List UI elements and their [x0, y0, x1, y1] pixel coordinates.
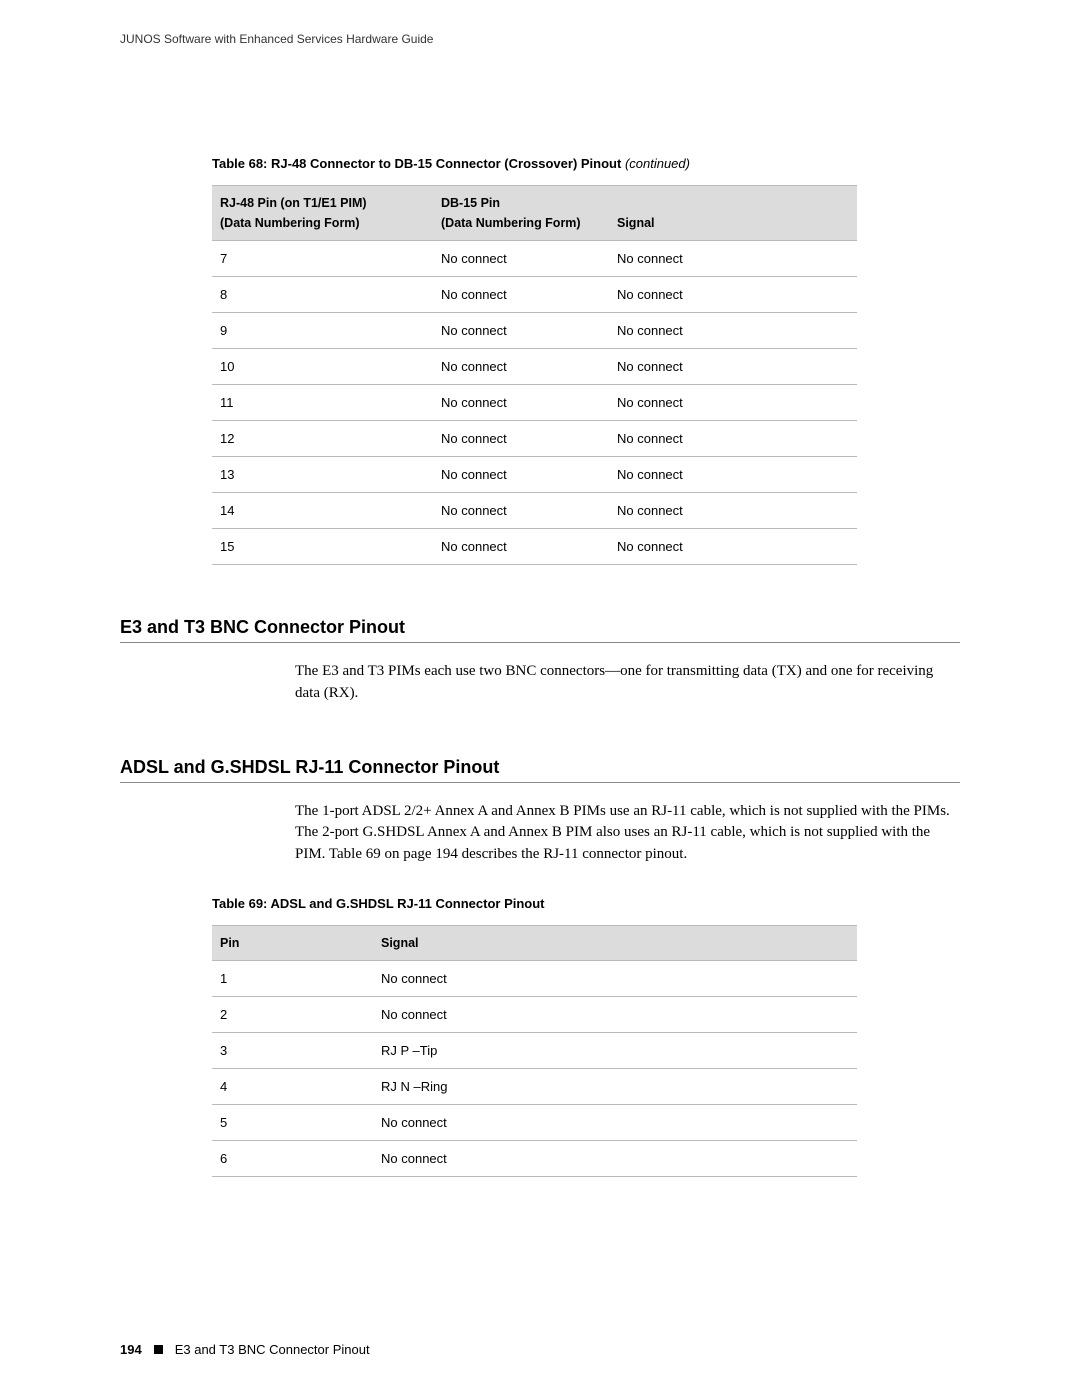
table68-header-col1a: RJ-48 Pin (on T1/E1 PIM) [220, 196, 425, 210]
cell: No connect [433, 277, 609, 313]
table-row: 4RJ N –Ring [212, 1068, 857, 1104]
table-row: 6No connect [212, 1140, 857, 1176]
table-row: 14No connectNo connect [212, 493, 857, 529]
section-heading-adsl: ADSL and G.SHDSL RJ-11 Connector Pinout [120, 757, 960, 783]
cell: RJ P –Tip [373, 1032, 857, 1068]
cell: No connect [433, 349, 609, 385]
cell: No connect [609, 277, 857, 313]
table-row: 10No connectNo connect [212, 349, 857, 385]
table-row: 5No connect [212, 1104, 857, 1140]
cell: 2 [212, 996, 373, 1032]
table69-header-row: Pin Signal [212, 925, 857, 960]
cell: 3 [212, 1032, 373, 1068]
cell: 11 [212, 385, 433, 421]
cell: 7 [212, 241, 433, 277]
table-row: 9No connectNo connect [212, 313, 857, 349]
page-footer: 194 E3 and T3 BNC Connector Pinout [120, 1342, 370, 1357]
table68-caption-main: Table 68: RJ-48 Connector to DB-15 Conne… [212, 156, 625, 171]
cell: No connect [373, 960, 857, 996]
cell: 15 [212, 529, 433, 565]
cell: No connect [433, 385, 609, 421]
page-header: JUNOS Software with Enhanced Services Ha… [120, 32, 960, 46]
table-row: 11No connectNo connect [212, 385, 857, 421]
cell: No connect [609, 349, 857, 385]
table68-header-col2b: (Data Numbering Form) [441, 216, 601, 230]
cell: No connect [433, 493, 609, 529]
table68-caption-continued: (continued) [625, 156, 690, 171]
cell: No connect [609, 457, 857, 493]
cell: 9 [212, 313, 433, 349]
cell: No connect [373, 1104, 857, 1140]
table-row: 1No connect [212, 960, 857, 996]
cell: No connect [373, 1140, 857, 1176]
table-68: RJ-48 Pin (on T1/E1 PIM) (Data Numbering… [212, 185, 857, 565]
cell: 5 [212, 1104, 373, 1140]
cell: No connect [609, 313, 857, 349]
cell: 6 [212, 1140, 373, 1176]
table68-header-col1b: (Data Numbering Form) [220, 216, 425, 230]
cell: No connect [433, 241, 609, 277]
page-number: 194 [120, 1342, 142, 1357]
cell: No connect [609, 529, 857, 565]
table68-caption: Table 68: RJ-48 Connector to DB-15 Conne… [212, 156, 960, 171]
table68-header-row: RJ-48 Pin (on T1/E1 PIM) (Data Numbering… [212, 186, 857, 241]
cell: No connect [433, 457, 609, 493]
footer-section-title: E3 and T3 BNC Connector Pinout [175, 1342, 370, 1357]
cell: No connect [609, 421, 857, 457]
table-row: 2No connect [212, 996, 857, 1032]
section-e3t3-paragraph: The E3 and T3 PIMs each use two BNC conn… [295, 661, 950, 705]
square-bullet-icon [154, 1345, 163, 1354]
cell: No connect [433, 529, 609, 565]
section-adsl-paragraph: The 1-port ADSL 2/2+ Annex A and Annex B… [295, 801, 950, 866]
cell: No connect [609, 241, 857, 277]
cell: No connect [609, 385, 857, 421]
table-69: Pin Signal 1No connect 2No connect 3RJ P… [212, 925, 857, 1177]
cell: No connect [373, 996, 857, 1032]
cell: 14 [212, 493, 433, 529]
cell: No connect [433, 421, 609, 457]
table68-header-col3: Signal [617, 216, 849, 230]
table-row: 13No connectNo connect [212, 457, 857, 493]
cell: No connect [433, 313, 609, 349]
table-row: 8No connectNo connect [212, 277, 857, 313]
table69-header-col1: Pin [212, 925, 373, 960]
cell: 12 [212, 421, 433, 457]
table-row: 7No connectNo connect [212, 241, 857, 277]
cell: 13 [212, 457, 433, 493]
cell: RJ N –Ring [373, 1068, 857, 1104]
section-heading-e3t3: E3 and T3 BNC Connector Pinout [120, 617, 960, 643]
cell: No connect [609, 493, 857, 529]
table-row: 12No connectNo connect [212, 421, 857, 457]
table-row: 3RJ P –Tip [212, 1032, 857, 1068]
cell: 1 [212, 960, 373, 996]
table69-caption: Table 69: ADSL and G.SHDSL RJ-11 Connect… [212, 896, 960, 911]
table68-header-col2a: DB-15 Pin [441, 196, 601, 210]
cell: 8 [212, 277, 433, 313]
table-row: 15No connectNo connect [212, 529, 857, 565]
table69-header-col2: Signal [373, 925, 857, 960]
cell: 10 [212, 349, 433, 385]
cell: 4 [212, 1068, 373, 1104]
